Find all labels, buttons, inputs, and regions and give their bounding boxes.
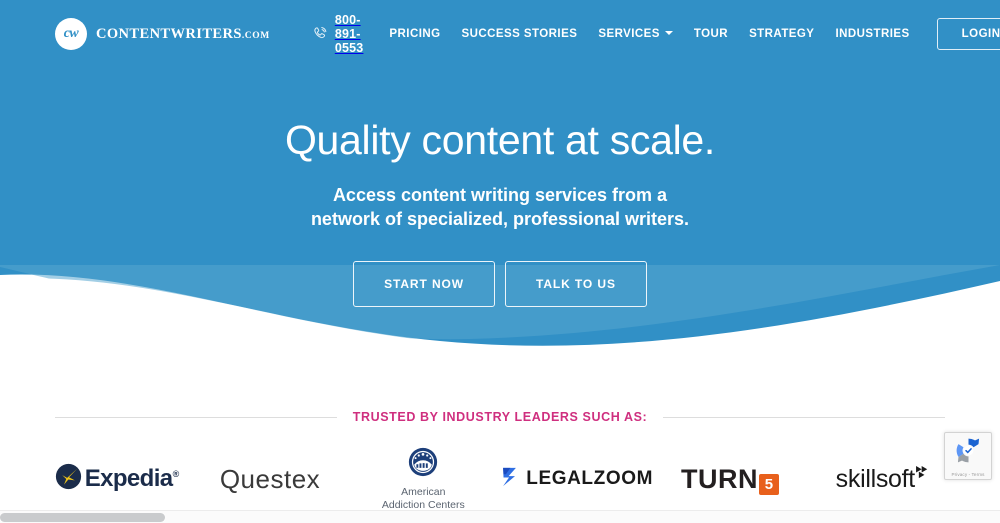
legalzoom-z-icon: [500, 466, 519, 493]
brand-wordmark: CONTENTWRITERS.COM: [96, 26, 270, 43]
expedia-word-text: Expedia: [84, 465, 173, 492]
client-logo-skillsoft[interactable]: skillsoft: [807, 448, 960, 510]
skillsoft-arrows-icon: [916, 465, 931, 484]
divider-left: [55, 416, 337, 418]
legalzoom-wordmark: LEGALZOOM: [526, 468, 654, 489]
trusted-by-bar: TRUSTED BY INDUSTRY LEADERS SUCH AS:: [55, 410, 946, 424]
trusted-by-label: TRUSTED BY INDUSTRY LEADERS SUCH AS:: [352, 410, 648, 424]
horizontal-scrollbar-thumb[interactable]: [0, 513, 165, 522]
phone-number: 800-891-0553: [334, 13, 364, 55]
brand-name: CONTENTWRITERS: [96, 25, 242, 42]
hero-subheadline-line1: Access content writing services from a: [332, 184, 668, 205]
expedia-trademark: ®: [172, 469, 180, 479]
login-button[interactable]: LOGIN: [936, 18, 1000, 50]
hero-headline: Quality content at scale.: [284, 117, 716, 163]
nav-item-industries[interactable]: INDUSTRIES: [835, 28, 909, 40]
turn5-badge: 5: [758, 473, 779, 495]
nav-item-success-stories[interactable]: SUCCESS STORIES: [462, 28, 578, 40]
client-logo-expedia[interactable]: Expedia®: [40, 448, 193, 510]
hero-subheadline: Access content writing services from a n…: [0, 184, 1000, 232]
recaptcha-badge[interactable]: Privacy - Terms: [944, 432, 992, 480]
phone-link[interactable]: 800-891-0553: [312, 13, 364, 55]
aac-line-2: Addiction Centers: [381, 498, 465, 511]
nav-item-services[interactable]: SERVICES: [598, 28, 673, 40]
hero-content: Quality content at scale. Access content…: [0, 117, 1000, 308]
hero-section: cw CONTENTWRITERS.COM 800-891-0553 PRICI…: [0, 0, 1000, 360]
recaptcha-icon: [953, 435, 984, 471]
questex-wordmark: Questex: [219, 463, 321, 494]
divider-right: [663, 416, 946, 418]
skillsoft-wordmark: skillsoft: [835, 464, 916, 493]
client-logo-legalzoom[interactable]: LEGALZOOM: [500, 448, 653, 510]
client-logo-questex[interactable]: Questex: [193, 448, 346, 510]
nav-item-pricing[interactable]: PRICING: [389, 28, 440, 40]
client-logo-turn5[interactable]: TURN 5: [653, 448, 806, 510]
nav-item-tour[interactable]: TOUR: [694, 28, 728, 40]
hero-cta-row: START NOW TALK TO US: [0, 261, 1000, 308]
page-root: cw CONTENTWRITERS.COM 800-891-0553 PRICI…: [0, 0, 1000, 523]
brand-logo-link[interactable]: cw CONTENTWRITERS.COM: [55, 18, 270, 50]
aac-line-1: American: [401, 485, 446, 498]
talk-to-us-button[interactable]: TALK TO US: [504, 261, 647, 308]
aac-seal-icon: [408, 447, 438, 482]
expedia-wordmark: Expedia®: [85, 465, 179, 493]
hero-subheadline-line2: network of specialized, professional wri…: [310, 208, 690, 229]
horizontal-scrollbar-track[interactable]: [0, 510, 1000, 523]
start-now-button[interactable]: START NOW: [353, 261, 495, 308]
main-navigation: 800-891-0553 PRICING SUCCESS STORIES SER…: [312, 13, 1000, 55]
recaptcha-legal-text[interactable]: Privacy - Terms: [951, 472, 984, 477]
client-logo-american-addiction-centers[interactable]: American Addiction Centers: [347, 447, 500, 512]
brand-tld: .COM: [241, 30, 270, 41]
nav-item-strategy[interactable]: STRATEGY: [749, 28, 814, 40]
expedia-star-icon: [55, 463, 82, 495]
aac-wordmark: American Addiction Centers: [382, 486, 465, 512]
phone-icon: [312, 26, 328, 42]
client-logo-row: Expedia® Questex American Addiction Cent…: [40, 447, 960, 512]
cw-monogram-icon: cw: [55, 18, 87, 50]
turn5-wordmark: TURN: [680, 463, 758, 494]
site-header: cw CONTENTWRITERS.COM 800-891-0553 PRICI…: [0, 0, 1000, 68]
